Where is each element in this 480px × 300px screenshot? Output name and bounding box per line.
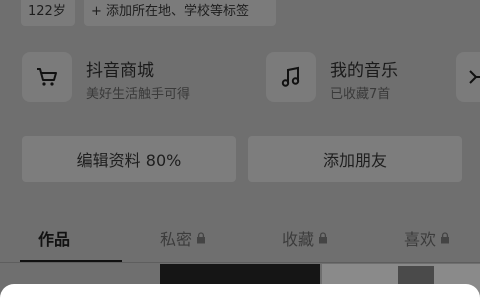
- add-tags-link[interactable]: + 添加所在地、学校等标签: [84, 0, 276, 26]
- tab-likes[interactable]: 喜欢: [404, 226, 450, 250]
- bottom-sheet[interactable]: [0, 284, 480, 300]
- music-icon-box: [266, 52, 316, 102]
- shop-icon-box: [22, 52, 72, 102]
- shop-subtitle: 美好生活触手可得: [86, 87, 191, 102]
- music-title: 我的音乐: [330, 61, 398, 81]
- shopping-cart-icon: [37, 68, 57, 86]
- feature-extra[interactable]: [456, 48, 480, 110]
- music-note-icon: [281, 66, 300, 87]
- tab-favorites[interactable]: 收藏: [282, 226, 328, 250]
- lock-icon: [441, 232, 450, 244]
- tab-private-label: 私密: [160, 230, 193, 249]
- age-tag: 122岁: [21, 0, 75, 26]
- extra-icon-box: [456, 52, 480, 102]
- tab-favorites-label: 收藏: [282, 230, 315, 249]
- tab-private[interactable]: 私密: [160, 226, 206, 250]
- music-subtitle: 已收藏7首: [330, 87, 391, 102]
- edit-profile-button[interactable]: 编辑资料 80%: [22, 136, 236, 182]
- tab-works-label: 作品: [38, 230, 71, 249]
- partial-feature-icon: [469, 70, 480, 84]
- tab-likes-label: 喜欢: [404, 230, 437, 249]
- add-friend-button[interactable]: 添加朋友: [248, 136, 462, 182]
- tab-works[interactable]: 作品: [38, 226, 70, 250]
- lock-icon: [319, 232, 328, 244]
- lock-icon: [197, 232, 206, 244]
- feature-music[interactable]: 我的音乐 已收藏7首: [266, 48, 446, 110]
- shop-title: 抖音商城: [86, 61, 154, 81]
- feature-shop[interactable]: 抖音商城 美好生活触手可得: [22, 48, 252, 110]
- tab-divider: [0, 262, 480, 263]
